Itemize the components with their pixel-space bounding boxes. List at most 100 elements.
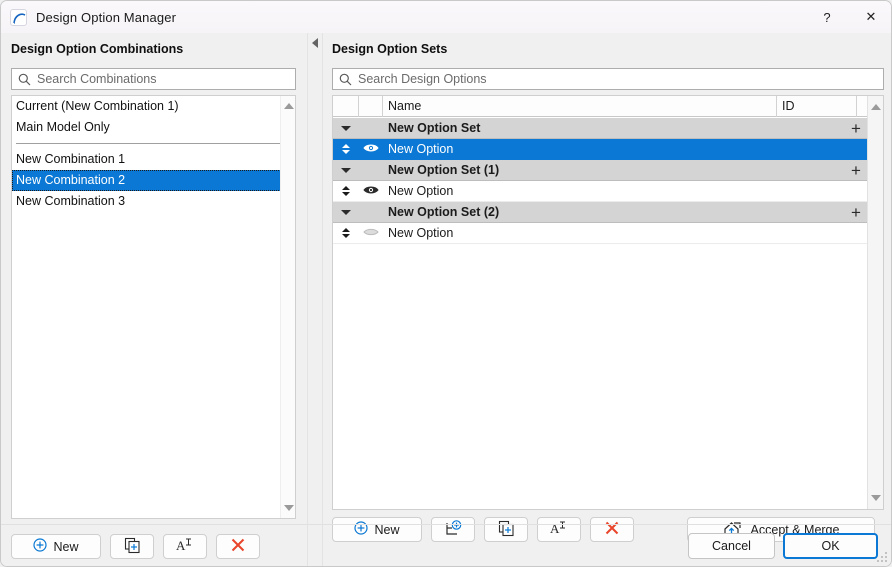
- visibility-toggle[interactable]: [359, 139, 383, 160]
- delete-option-button[interactable]: [590, 517, 634, 542]
- option-set-row[interactable]: New Option Set (2) +: [333, 202, 869, 223]
- triangle-down-icon: [871, 495, 881, 501]
- scroll-up-button[interactable]: [281, 98, 295, 114]
- new-option-set-button[interactable]: [431, 517, 475, 542]
- rename-text-icon: A: [175, 537, 195, 556]
- cancel-button[interactable]: Cancel: [688, 533, 775, 559]
- option-set-name: New Option Set: [388, 121, 481, 135]
- ok-button[interactable]: OK: [783, 533, 878, 559]
- svg-text:A: A: [176, 538, 186, 553]
- triangle-left-icon[interactable]: [312, 38, 318, 48]
- red-x-icon: [604, 520, 620, 539]
- eye-visible-icon: [363, 184, 379, 199]
- visibility-toggle[interactable]: [359, 223, 383, 244]
- design-option-sets-tree[interactable]: Name ID New Option Set + New Option New Opt…: [332, 95, 884, 510]
- search-design-options-input[interactable]: [358, 72, 883, 86]
- add-option-to-set-button[interactable]: +: [843, 202, 869, 223]
- option-id: [763, 202, 843, 223]
- scroll-down-button[interactable]: [281, 500, 295, 516]
- tree-scroll-down-button[interactable]: [868, 490, 883, 506]
- option-set-spacer: [359, 202, 383, 223]
- add-option-to-set-button[interactable]: +: [843, 118, 869, 139]
- option-set-row[interactable]: New Option Set (1) +: [333, 160, 869, 181]
- combination-label: New Combination 2: [16, 173, 126, 187]
- combination-list-item[interactable]: New Combination 1: [12, 149, 295, 170]
- combination-list-item[interactable]: New Combination 2: [12, 170, 295, 191]
- rename-option-button[interactable]: A: [537, 517, 581, 542]
- column-header-reorder[interactable]: [333, 96, 359, 117]
- duplicate-plus-icon: [124, 537, 141, 557]
- option-row-spacer: [843, 223, 869, 244]
- option-name: New Option: [388, 184, 454, 198]
- combinations-list-rows: Current (New Combination 1) Main Model On…: [12, 96, 295, 212]
- search-icon: [339, 73, 352, 86]
- expand-collapse-toggle[interactable]: [333, 118, 359, 139]
- option-id: [763, 160, 843, 181]
- column-header-visibility[interactable]: [359, 96, 383, 117]
- new-combination-button[interactable]: New: [11, 534, 101, 559]
- triangle-up-icon: [283, 103, 294, 109]
- combination-list-item[interactable]: Main Model Only: [12, 117, 295, 138]
- design-option-manager-window: Design Option Manager ? ✕ Design Option …: [0, 0, 892, 567]
- reorder-handle[interactable]: [333, 181, 359, 202]
- option-name: New Option: [388, 226, 454, 240]
- caret-down-icon: [341, 125, 351, 131]
- eye-hidden-icon: [363, 226, 379, 241]
- updown-arrows-icon: [342, 186, 350, 196]
- new-combination-label: New: [53, 539, 79, 554]
- combinations-toolbar: New A: [11, 534, 260, 559]
- visibility-toggle[interactable]: [359, 181, 383, 202]
- option-row[interactable]: New Option: [333, 139, 869, 160]
- help-button[interactable]: ?: [805, 1, 849, 33]
- option-set-row[interactable]: New Option Set +: [333, 118, 869, 139]
- option-id: [763, 223, 843, 244]
- column-header-name[interactable]: Name: [383, 96, 777, 117]
- window-title: Design Option Manager: [36, 9, 177, 25]
- title-bar: Design Option Manager ? ✕: [1, 1, 891, 33]
- design-option-sets-panel: Design Option Sets Name ID New Option Se…: [323, 33, 891, 566]
- combinations-list[interactable]: Current (New Combination 1) Main Model On…: [11, 95, 296, 519]
- combination-list-item[interactable]: Current (New Combination 1): [12, 96, 295, 117]
- panel-splitter[interactable]: [307, 33, 323, 566]
- left-panel-title: Design Option Combinations: [11, 42, 184, 56]
- app-icon: [10, 8, 27, 26]
- expand-collapse-toggle[interactable]: [333, 160, 359, 181]
- option-set-name: New Option Set (2): [388, 205, 500, 219]
- tree-scrollbar[interactable]: [867, 96, 883, 509]
- updown-arrows-icon: [342, 228, 350, 238]
- resize-grip-icon[interactable]: [875, 550, 887, 562]
- option-set-spacer: [359, 118, 383, 139]
- option-id: [763, 139, 843, 160]
- option-set-spacer: [359, 160, 383, 181]
- tree-column-headers: Name ID: [333, 96, 883, 117]
- add-option-to-set-button[interactable]: +: [843, 160, 869, 181]
- column-header-id[interactable]: ID: [777, 96, 857, 117]
- reorder-handle[interactable]: [333, 139, 359, 160]
- tree-rows-container: New Option Set + New Option New Option Set …: [333, 118, 869, 509]
- duplicate-combination-button[interactable]: [110, 534, 154, 559]
- combinations-search-box[interactable]: [11, 68, 296, 90]
- option-id: [763, 181, 843, 202]
- design-option-combinations-panel: Design Option Combinations Current (New …: [1, 33, 307, 566]
- duplicate-option-button[interactable]: [484, 517, 528, 542]
- design-options-search-box[interactable]: [332, 68, 884, 90]
- plus-icon: +: [851, 202, 861, 222]
- updown-arrows-icon: [342, 144, 350, 154]
- combinations-scrollbar[interactable]: [280, 96, 295, 518]
- delete-combination-button[interactable]: [216, 534, 260, 559]
- caret-down-icon: [341, 167, 351, 173]
- search-combinations-input[interactable]: [37, 72, 295, 86]
- reorder-handle[interactable]: [333, 223, 359, 244]
- combination-list-item[interactable]: New Combination 3: [12, 191, 295, 212]
- option-row[interactable]: New Option: [333, 223, 869, 244]
- caret-down-icon: [341, 209, 351, 215]
- title-bar-buttons: ? ✕: [805, 1, 891, 33]
- rename-text-icon: A: [549, 520, 569, 539]
- circle-plus-icon: [33, 538, 48, 555]
- tree-scroll-up-button[interactable]: [868, 99, 883, 115]
- close-button[interactable]: ✕: [849, 1, 891, 33]
- expand-collapse-toggle[interactable]: [333, 202, 359, 223]
- new-option-button[interactable]: New: [332, 517, 422, 542]
- option-row[interactable]: New Option: [333, 181, 869, 202]
- rename-combination-button[interactable]: A: [163, 534, 207, 559]
